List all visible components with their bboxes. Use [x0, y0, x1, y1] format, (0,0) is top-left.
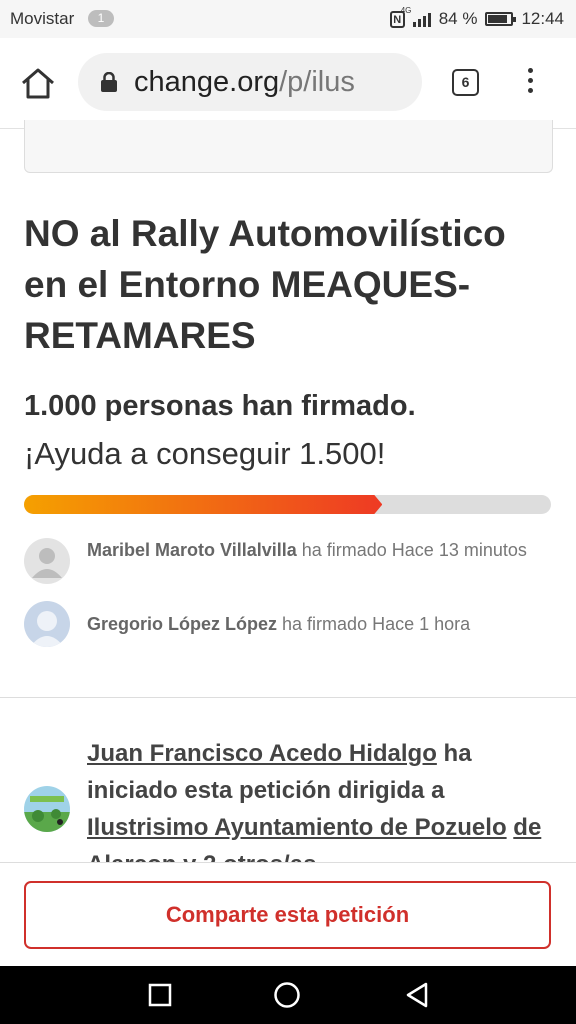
url-path: /p/ilus [279, 66, 355, 98]
share-petition-button[interactable]: Comparte esta petición [24, 881, 551, 949]
signature-progress-bar [24, 495, 551, 514]
signer-action: ha firmado Hace 1 hora [282, 614, 471, 634]
battery-icon [485, 12, 517, 26]
url-domain: change.org [134, 66, 280, 98]
signer-action: ha firmado Hace 13 minutos [301, 540, 527, 560]
battery-percent: 84 % [438, 9, 478, 28]
avatar [24, 538, 70, 584]
home-icon[interactable] [20, 66, 56, 100]
clock: 12:44 [521, 9, 564, 28]
tabs-icon[interactable]: 6 [452, 69, 479, 96]
network-type: 4G [400, 6, 412, 15]
back-icon[interactable] [404, 981, 430, 1009]
browser-toolbar: change.org/p/ilus 6 [0, 38, 576, 129]
home-circle-icon[interactable] [273, 981, 301, 1009]
starter-name-link[interactable]: Juan Francisco Acedo Hidalgo [87, 740, 437, 767]
lock-icon [101, 72, 117, 92]
signer-name: Maribel Maroto Villalvilla [87, 540, 297, 560]
signal-icon: 4G [401, 6, 431, 27]
media-card-bottom [24, 120, 553, 173]
progress-fill [24, 495, 382, 514]
system-nav-bar [0, 966, 576, 1024]
menu-icon[interactable] [522, 68, 538, 98]
section-divider [0, 697, 576, 698]
avatar [24, 786, 70, 832]
notification-count-badge: 1 [88, 10, 114, 27]
recents-icon[interactable] [148, 983, 172, 1007]
petition-title: NO al Rally Automovilístico en el Entorn… [24, 213, 506, 356]
signature-goal: ¡Ayuda a conseguir 1.500! [24, 436, 386, 471]
petition-target-link[interactable]: Ilustrisimo Ayuntamiento de Pozuelo [87, 814, 507, 841]
url-text: change.org/p/ilus [134, 66, 355, 99]
carrier-name: Movistar [10, 9, 75, 28]
avatar [24, 601, 70, 647]
address-bar[interactable]: change.org/p/ilus [78, 53, 422, 111]
signer-text: Maribel Maroto Villalvilla ha firmado Ha… [87, 537, 542, 564]
share-bar: Comparte esta petición [0, 862, 576, 967]
status-icons: N 4G 84 % 12:44 [389, 6, 564, 29]
status-bar: Movistar 1 N 4G 84 % 12:44 [0, 0, 576, 38]
signature-count: 1.000 personas han firmado. [24, 390, 416, 422]
petition-starter-text: Juan Francisco Acedo Hidalgo ha iniciado… [87, 735, 557, 883]
signer-name: Gregorio López López [87, 614, 278, 634]
signer-text: Gregorio López López ha firmado Hace 1 h… [87, 611, 542, 638]
